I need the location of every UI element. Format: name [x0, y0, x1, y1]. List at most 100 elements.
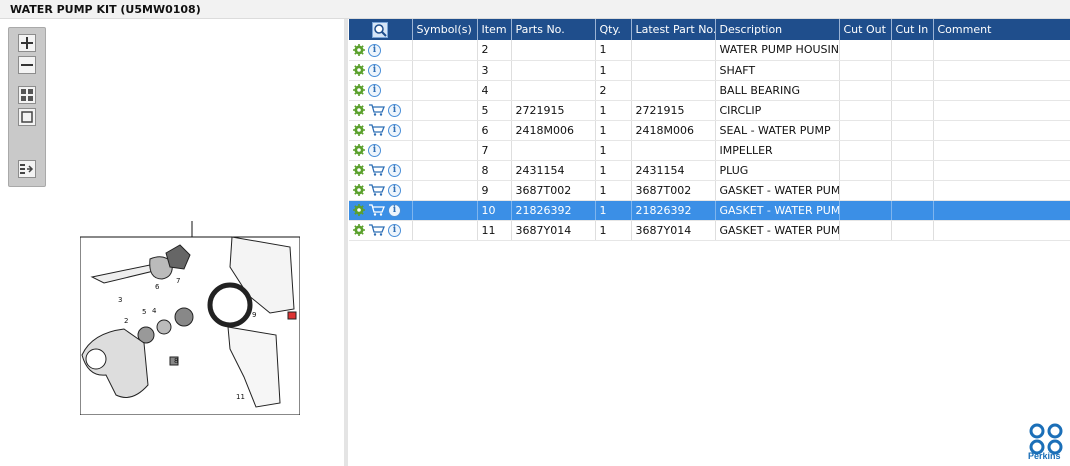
zoom-in-button[interactable]: [18, 34, 36, 52]
column-header-cut-in[interactable]: Cut In: [891, 19, 934, 40]
column-header-item[interactable]: Item: [477, 19, 512, 40]
gear-icon[interactable]: [353, 84, 365, 97]
row-actions-cell: i: [349, 120, 413, 141]
item-cell: 10: [477, 200, 512, 221]
column-header-qty[interactable]: Qty.: [595, 19, 632, 40]
table-row[interactable]: i 8 2431154 1 2431154 PLUG: [349, 160, 1070, 181]
callout-3[interactable]: 3: [118, 296, 122, 304]
gear-icon[interactable]: [353, 44, 365, 56]
shopping-cart-icon[interactable]: [368, 124, 385, 136]
symbols-cell: [412, 120, 478, 141]
comment-cell: [933, 180, 1070, 201]
table-row[interactable]: i 5 2721915 1 2721915 CIRCLIP: [349, 100, 1070, 121]
gear-icon[interactable]: [353, 224, 365, 237]
description-cell: GASKET - WATER PUMP: [715, 220, 840, 241]
row-actions-cell: i: [349, 160, 413, 181]
callout-11[interactable]: 11: [236, 393, 245, 401]
column-header-comment[interactable]: Comment: [933, 19, 1070, 40]
gear-icon[interactable]: [353, 204, 365, 217]
illustration-panel[interactable]: 3 6 7 2 5 4 9 8 11: [0, 19, 344, 466]
comment-cell: [933, 160, 1070, 181]
callout-5[interactable]: 5: [142, 308, 146, 316]
gear-icon[interactable]: [353, 164, 365, 177]
table-row[interactable]: i 9 3687T002 1 3687T002 GASKET - WATER PUMP: [349, 180, 1070, 201]
info-icon[interactable]: i: [388, 183, 401, 197]
table-row[interactable]: i 2 1 WATER PUMP HOUSING: [349, 40, 1070, 61]
column-header-description[interactable]: Description: [715, 19, 840, 40]
info-icon[interactable]: i: [388, 123, 401, 137]
info-icon[interactable]: i: [388, 223, 401, 237]
table-row[interactable]: i 4 2 BALL BEARING: [349, 80, 1070, 101]
description-cell: GASKET - WATER PUMP: [715, 200, 840, 221]
description-cell: BALL BEARING: [715, 80, 840, 101]
gear-icon[interactable]: [353, 104, 365, 117]
column-header-latest-part-no[interactable]: Latest Part No.: [631, 19, 716, 40]
gear-icon[interactable]: [353, 144, 365, 157]
item-cell: 7: [477, 140, 512, 161]
info-icon[interactable]: i: [368, 83, 381, 97]
shopping-cart-icon[interactable]: [368, 204, 385, 216]
info-icon[interactable]: i: [368, 43, 381, 57]
qty-cell: 1: [595, 200, 632, 221]
row-actions-cell: i: [349, 180, 413, 201]
gear-icon[interactable]: [353, 184, 365, 197]
cut-in-cell: [891, 120, 934, 141]
callout-7[interactable]: 7: [176, 277, 180, 285]
cut-out-cell: [839, 220, 892, 241]
column-header-symbols[interactable]: Symbol(s): [412, 19, 478, 40]
actual-size-button[interactable]: [18, 108, 36, 126]
info-icon[interactable]: i: [388, 103, 401, 117]
callout-8[interactable]: 8: [174, 357, 178, 365]
qty-cell: 1: [595, 140, 632, 161]
table-row[interactable]: i 11 3687Y014 1 3687Y014 GASKET - WATER PUMP: [349, 220, 1070, 241]
column-header-filter[interactable]: [349, 19, 413, 40]
info-icon[interactable]: i: [388, 203, 401, 217]
table-row[interactable]: i 6 2418M006 1 2418M006 SEAL - WATER PUMP: [349, 120, 1070, 141]
parts-no-cell: [511, 60, 596, 81]
column-header-parts-no[interactable]: Parts No.: [511, 19, 596, 40]
fit-page-button[interactable]: [18, 86, 36, 104]
column-header-cut-out[interactable]: Cut Out: [839, 19, 892, 40]
window-title: WATER PUMP KIT (U5MW0108): [10, 3, 201, 16]
qty-cell: 1: [595, 160, 632, 181]
latest-part-no-cell: [631, 60, 716, 81]
info-icon[interactable]: i: [368, 143, 381, 157]
symbols-cell: [412, 140, 478, 161]
table-row[interactable]: i 7 1 IMPELLER: [349, 140, 1070, 161]
qty-cell: 1: [595, 60, 632, 81]
symbols-cell: [412, 60, 478, 81]
table-row[interactable]: i 3 1 SHAFT: [349, 60, 1070, 81]
comment-cell: [933, 220, 1070, 241]
export-button[interactable]: [18, 160, 36, 178]
shopping-cart-icon[interactable]: [368, 224, 385, 236]
cut-in-cell: [891, 80, 934, 101]
description-cell: CIRCLIP: [715, 100, 840, 121]
shopping-cart-icon[interactable]: [368, 164, 385, 176]
comment-cell: [933, 120, 1070, 141]
callout-2[interactable]: 2: [124, 317, 128, 325]
callout-9[interactable]: 9: [252, 311, 256, 319]
latest-part-no-cell: [631, 140, 716, 161]
zoom-out-button[interactable]: [18, 56, 36, 74]
cut-in-cell: [891, 160, 934, 181]
table-row[interactable]: i 10 21826392 1 21826392 GASKET - WATER PUMP: [349, 200, 1070, 221]
info-icon[interactable]: i: [368, 63, 381, 77]
export-icon: [20, 164, 34, 174]
gear-icon[interactable]: [353, 64, 365, 77]
description-cell: GASKET - WATER PUMP: [715, 180, 840, 201]
callout-6[interactable]: 6: [155, 283, 160, 291]
info-icon[interactable]: i: [388, 163, 401, 177]
cut-in-cell: [891, 220, 934, 241]
callout-4[interactable]: 4: [152, 307, 157, 315]
cut-in-cell: [891, 40, 934, 61]
latest-part-no-cell: 2431154: [631, 160, 716, 181]
gear-icon[interactable]: [353, 124, 365, 137]
qty-cell: 1: [595, 100, 632, 121]
shopping-cart-icon[interactable]: [368, 104, 385, 116]
panel-splitter[interactable]: [344, 19, 348, 466]
comment-cell: [933, 40, 1070, 61]
cut-out-cell: [839, 140, 892, 161]
shopping-cart-icon[interactable]: [368, 184, 385, 196]
exploded-parts-diagram[interactable]: 3 6 7 2 5 4 9 8 11: [80, 217, 300, 415]
row-actions-cell: i: [349, 200, 413, 221]
